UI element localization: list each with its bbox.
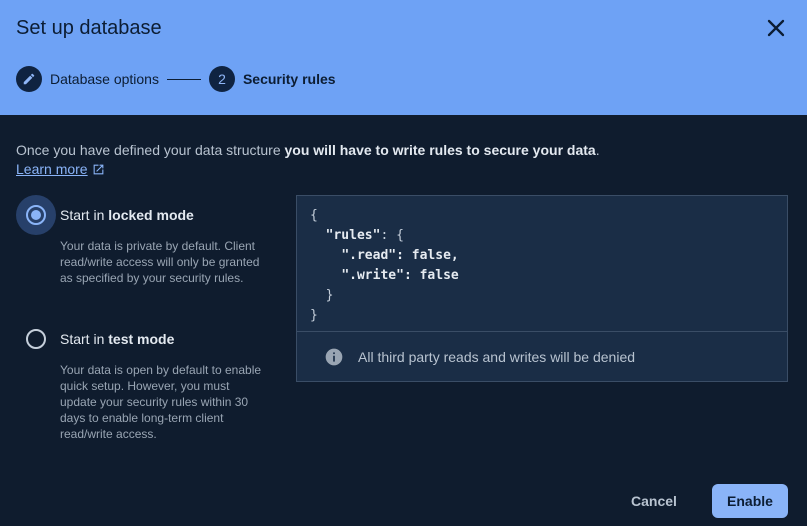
stepper: Database options 2 Security rules [16, 66, 336, 92]
test-mode-radio-wrap[interactable] [16, 319, 56, 359]
locked-mode-description: Your data is private by default. Client … [60, 239, 260, 285]
code-write-rest: : false [403, 268, 459, 283]
learn-more-label: Learn more [16, 161, 88, 177]
code-line-1: { [310, 208, 318, 223]
info-icon [325, 348, 343, 365]
code-read-key: ".read" [341, 248, 397, 263]
rules-code: { "rules": { ".read": false, ".write": f… [310, 206, 459, 326]
code-write-key: ".write" [341, 268, 404, 283]
close-button[interactable] [762, 14, 790, 42]
dialog-header: Set up database Database options 2 Secur… [0, 0, 807, 115]
close-icon [767, 19, 785, 37]
enable-button[interactable]: Enable [712, 484, 788, 518]
notice-text: All third party reads and writes will be… [358, 348, 636, 365]
step-1-label[interactable]: Database options [50, 71, 159, 87]
code-line-6: } [310, 308, 318, 323]
test-mode-title-bold: test mode [108, 331, 175, 347]
intro-prefix: Once you have defined your data structur… [16, 142, 285, 158]
locked-mode-title[interactable]: Start in locked mode [60, 207, 194, 223]
locked-mode-radio[interactable] [26, 205, 46, 225]
rules-code-box: { "rules": { ".read": false, ".write": f… [296, 195, 788, 332]
test-mode-title[interactable]: Start in test mode [60, 331, 174, 347]
step-connector [166, 78, 201, 80]
step-1-circle[interactable] [16, 66, 42, 92]
test-mode-title-prefix: Start in [60, 331, 109, 347]
option-test-mode: Start in test mode Your data is open by … [16, 319, 276, 449]
dialog-title: Set up database [16, 17, 162, 39]
step-2-circle: 2 [208, 66, 235, 92]
external-link-icon [93, 164, 103, 174]
code-rules-rest: : { [380, 228, 404, 243]
test-mode-description: Your data is open by default to enable q… [60, 363, 262, 441]
intro-suffix: . [595, 142, 600, 158]
code-rules-key: "rules" [325, 228, 381, 243]
locked-mode-title-bold: locked mode [108, 207, 194, 223]
step-2-label: Security rules [242, 71, 336, 87]
learn-more-link[interactable]: Learn more [16, 161, 105, 177]
intro-text: Once you have defined your data structur… [16, 141, 796, 159]
locked-mode-title-prefix: Start in [60, 207, 109, 223]
locked-mode-radio-wrap[interactable] [16, 195, 56, 235]
option-locked-mode: Start in locked mode Your data is privat… [16, 195, 276, 315]
cancel-button[interactable]: Cancel [616, 484, 692, 518]
pencil-icon [23, 73, 35, 85]
code-line-5: } [325, 288, 334, 303]
rules-notice: All third party reads and writes will be… [296, 332, 788, 382]
test-mode-radio[interactable] [26, 329, 46, 349]
intro-bold: you will have to write rules to secure y… [284, 142, 596, 158]
code-read-rest: : false, [396, 248, 459, 263]
